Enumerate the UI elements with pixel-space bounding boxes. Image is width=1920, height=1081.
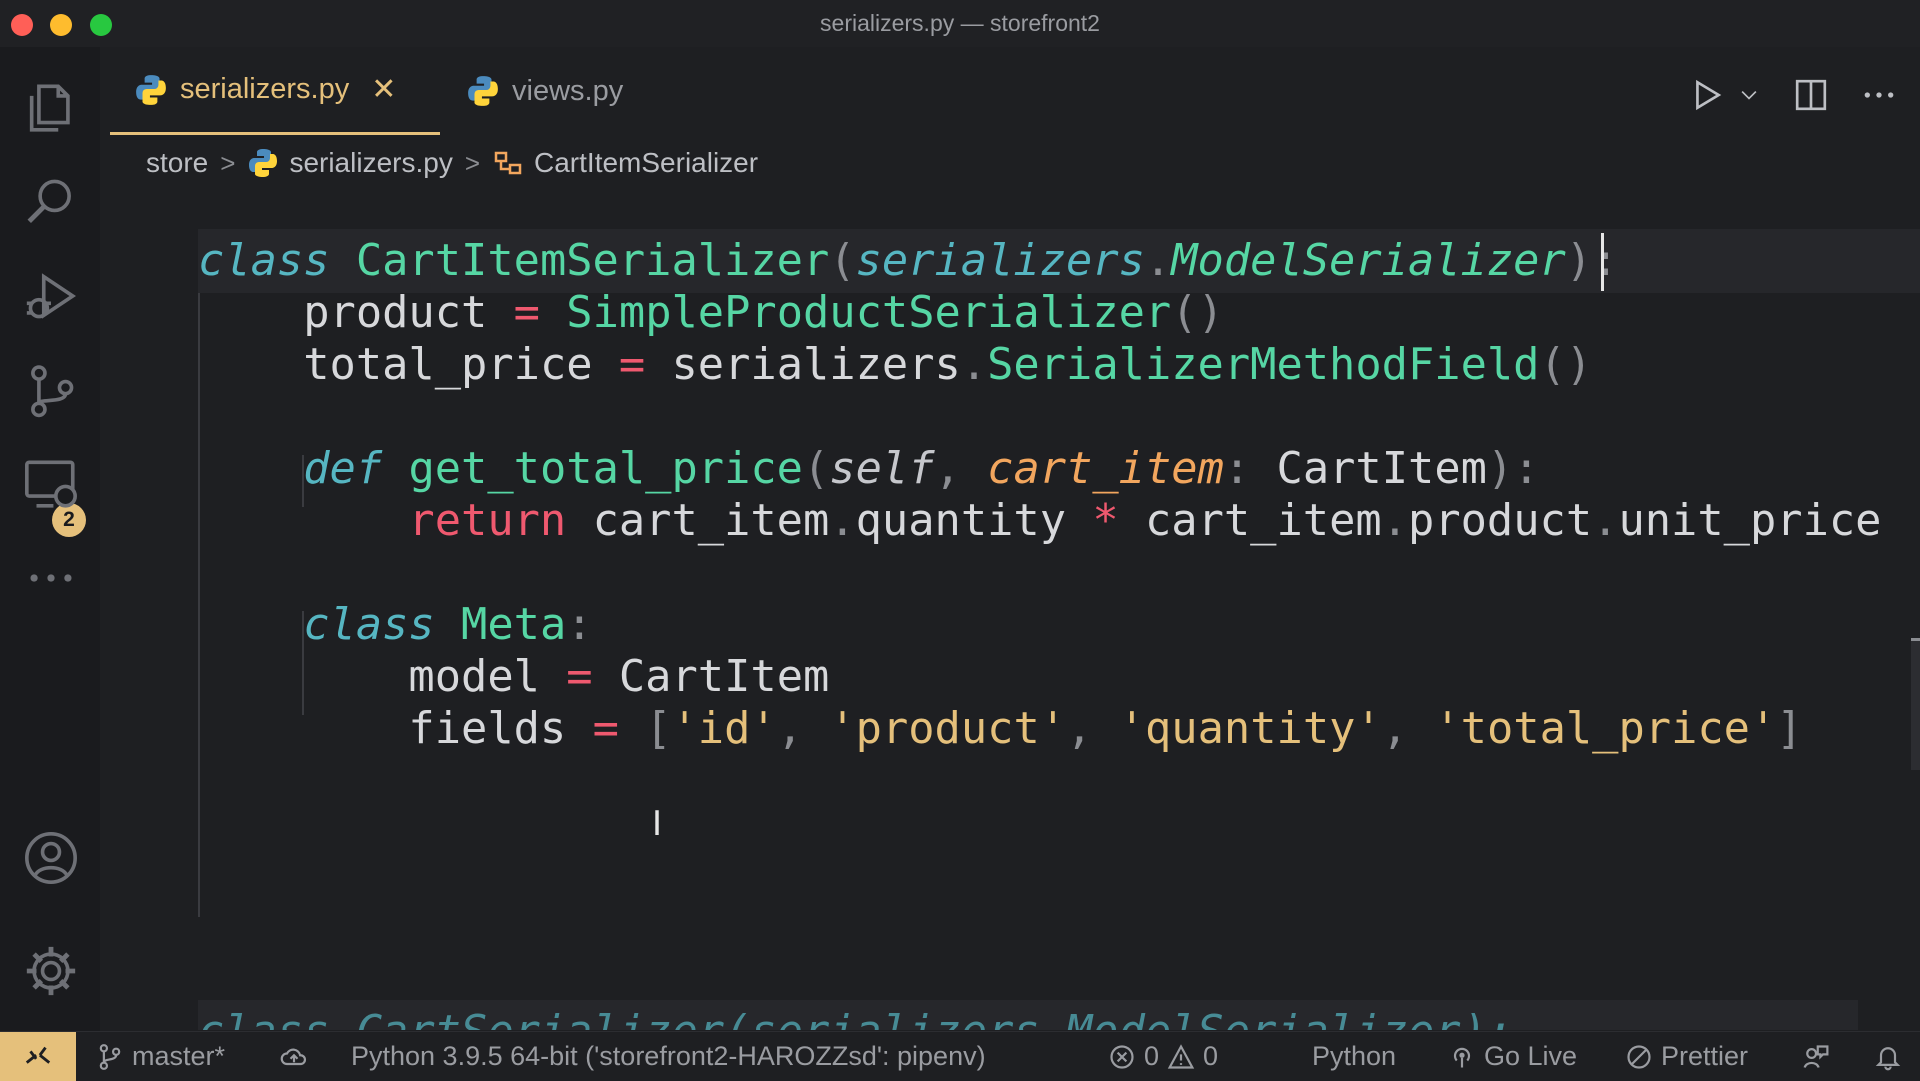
breadcrumb-symbol[interactable]: CartItemSerializer xyxy=(534,147,758,179)
window-title: serializers.py — storefront2 xyxy=(820,10,1100,36)
remote-explorer-button[interactable] xyxy=(20,453,82,515)
problems-indicator[interactable]: 0 0 xyxy=(1108,1032,1218,1081)
gear-icon xyxy=(26,946,76,996)
status-bar: master* Python 3.9.5 64-bit ('storefront… xyxy=(0,1031,1920,1081)
chevron-right-icon: > xyxy=(464,147,481,178)
close-tab-icon[interactable]: ✕ xyxy=(371,74,396,105)
debug-icon xyxy=(26,273,77,319)
code-line-peek: class CartSerializer(serializers.ModelSe… xyxy=(198,1000,1513,1030)
scrollbar-cursor-marker xyxy=(1911,638,1920,641)
ellipsis-icon xyxy=(30,574,72,582)
git-branch-icon xyxy=(99,1043,121,1070)
prettier-disabled-icon xyxy=(1627,1044,1651,1069)
more-actions-icon[interactable] xyxy=(1862,78,1896,112)
language-mode-selector[interactable]: Python xyxy=(1312,1032,1396,1081)
prettier-status[interactable]: Prettier xyxy=(1625,1032,1748,1081)
activity-bar: 2 xyxy=(0,47,100,1031)
branch-indicator[interactable]: master* xyxy=(96,1032,225,1081)
mouse-ibeam-icon: I xyxy=(652,804,663,844)
accounts-button[interactable] xyxy=(20,827,82,889)
source-control-button[interactable] xyxy=(20,359,82,421)
go-live-button[interactable]: Go Live xyxy=(1448,1032,1577,1081)
editor-actions xyxy=(1690,47,1896,142)
language-label: Python xyxy=(1312,1041,1397,1071)
remote-icon xyxy=(25,1046,51,1064)
run-debug-button[interactable] xyxy=(20,265,82,327)
feedback-button[interactable] xyxy=(1802,1032,1830,1081)
sync-button[interactable] xyxy=(280,1032,308,1081)
interpreter-label: Python 3.9.5 64-bit ('storefront2-HAROZZ… xyxy=(351,1041,986,1071)
warning-count: 0 xyxy=(1203,1041,1219,1071)
scrollbar[interactable] xyxy=(1911,640,1920,770)
run-icon[interactable] xyxy=(1690,78,1724,112)
cloud-upload-icon xyxy=(280,1048,307,1065)
tab-label: views.py xyxy=(512,74,624,107)
notifications-button[interactable] xyxy=(1874,1032,1902,1081)
prettier-label: Prettier xyxy=(1661,1041,1749,1071)
tab-serializers[interactable]: serializers.py ✕ xyxy=(110,47,440,135)
more-views-button[interactable] xyxy=(20,547,82,609)
explorer-button[interactable] xyxy=(20,77,82,139)
source-control-icon xyxy=(31,365,74,418)
breadcrumb-file[interactable]: serializers.py xyxy=(289,147,452,179)
chevron-down-icon[interactable] xyxy=(1738,84,1760,106)
search-icon xyxy=(27,179,71,224)
warning-icon xyxy=(1167,1043,1195,1069)
breadcrumb-folder[interactable]: store xyxy=(146,147,208,179)
error-icon xyxy=(1110,1044,1134,1069)
branch-name: master* xyxy=(132,1041,226,1071)
search-button[interactable] xyxy=(20,171,82,233)
bell-icon xyxy=(1875,1046,1901,1070)
tab-views[interactable]: views.py xyxy=(462,47,623,135)
breadcrumb: store > serializers.py > CartItemSeriali… xyxy=(146,140,758,186)
tab-label: serializers.py xyxy=(180,73,350,105)
remote-indicator[interactable] xyxy=(0,1032,76,1081)
title-bar: serializers.py — storefront2 xyxy=(0,0,1920,47)
files-icon xyxy=(29,84,70,132)
code-line-6: return cart_item.quantity * cart_item.pr… xyxy=(408,495,1882,546)
broadcast-icon xyxy=(1453,1047,1471,1067)
feedback-icon xyxy=(1803,1044,1829,1068)
account-icon xyxy=(25,832,77,884)
split-editor-icon[interactable] xyxy=(1794,78,1828,112)
python-file-icon xyxy=(468,76,498,106)
tab-bar: serializers.py ✕ views.py xyxy=(100,47,1920,135)
manage-button[interactable] xyxy=(20,940,82,1002)
code-line-3: total_price = serializers.SerializerMeth… xyxy=(303,339,1593,390)
text-cursor xyxy=(1601,233,1604,291)
code-line-10: fields = ['id', 'product', 'quantity', '… xyxy=(408,703,1803,754)
python-file-icon xyxy=(136,74,166,105)
go-live-label: Go Live xyxy=(1484,1041,1578,1071)
class-symbol-icon xyxy=(494,151,522,175)
python-interpreter-selector[interactable]: Python 3.9.5 64-bit ('storefront2-HAROZZ… xyxy=(351,1032,986,1081)
next-class-peek: class CartSerializer(serializers.ModelSe… xyxy=(198,1000,1858,1030)
python-file-icon xyxy=(249,149,278,177)
code-editor[interactable]: class CartItemSerializer(serializers.Mod… xyxy=(100,200,1920,1030)
error-count: 0 xyxy=(1144,1041,1160,1071)
remote-explorer-icon xyxy=(25,460,77,508)
chevron-right-icon: > xyxy=(220,147,236,178)
